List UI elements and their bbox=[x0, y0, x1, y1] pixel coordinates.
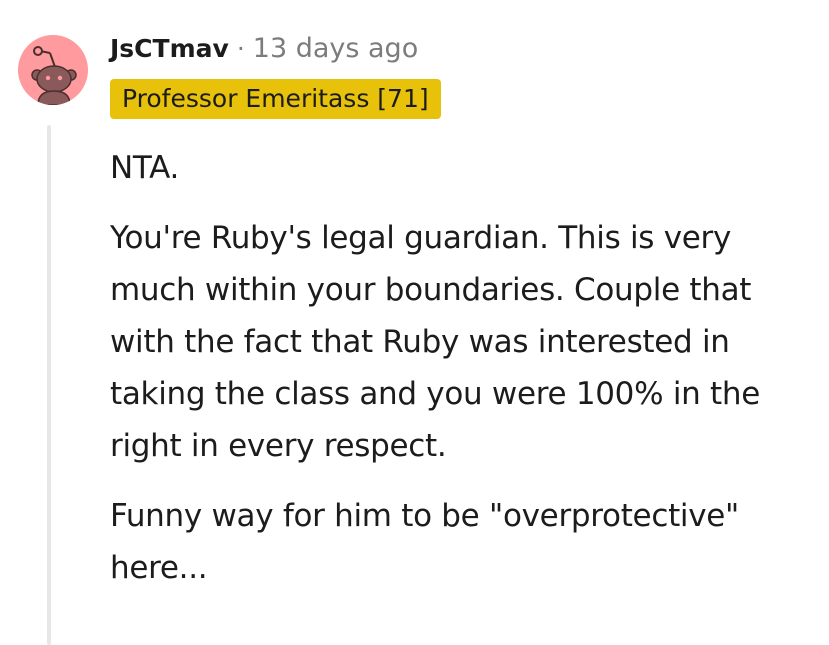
comment-paragraph: You're Ruby's legal guardian. This is ve… bbox=[110, 220, 761, 464]
thread-collapse-line[interactable] bbox=[47, 125, 51, 645]
comment-header: JsCTmav · 13 days ago bbox=[110, 28, 418, 68]
snoo-avatar-icon bbox=[31, 46, 77, 105]
meta-separator: · bbox=[236, 33, 245, 63]
comment-timestamp[interactable]: 13 days ago bbox=[253, 33, 418, 64]
comment-body: NTA. You're Ruby's legal guardian. This … bbox=[110, 142, 810, 612]
username-link[interactable]: JsCTmav bbox=[110, 34, 229, 63]
comment-paragraph: Funny way for him to be "overprotective"… bbox=[110, 498, 740, 586]
comment-paragraph: NTA. bbox=[110, 150, 180, 186]
user-flair-badge: Professor Emeritass [71] bbox=[110, 79, 441, 119]
avatar[interactable] bbox=[18, 35, 88, 105]
